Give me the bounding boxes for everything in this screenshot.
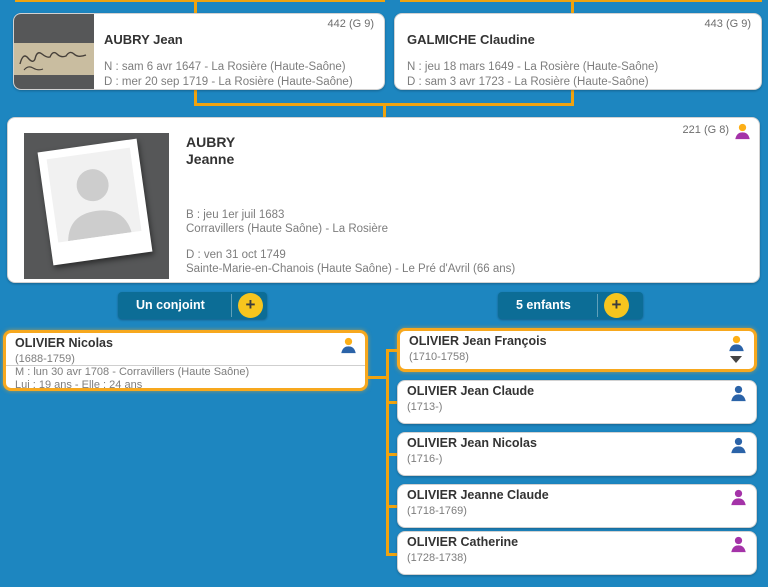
mother-card[interactable]: 443 (G 9) GALMICHE Claudine N : jeu 18 m… [394,13,762,90]
male-icon [730,437,747,454]
life-dates: (1713-) [407,401,442,413]
spouse-card[interactable]: OLIVIER Nicolas (1688-1759) M : lun 30 a… [3,330,368,391]
death-place: Sainte-Marie-en-Chanois (Haute Saône) - … [186,262,515,276]
person-id: 221 (G 8) [683,124,729,136]
photo-placeholder [38,139,153,266]
main-person-card[interactable]: 221 (G 8) AUBRY Jeanne B : jeu 1er juil … [7,117,760,283]
female-sosa-icon [734,123,751,140]
person-name: OLIVIER Jean Nicolas [407,436,537,450]
child-card[interactable]: OLIVIER Catherine (1728-1738) [397,531,757,575]
person-name: OLIVIER Jean François [409,334,547,348]
marriage-ages: Lui : 19 ans - Elle : 24 ans [15,379,142,392]
person-name: AUBRY Jeanne [186,134,235,168]
life-dates: (1716-) [407,453,442,465]
person-name: OLIVIER Jeanne Claude [407,488,549,502]
life-dates: (1728-1738) [407,552,467,564]
photo-frame[interactable] [24,133,169,279]
person-id: 443 (G 9) [705,18,751,30]
child-card[interactable]: OLIVIER Jean Nicolas (1716-) [397,432,757,476]
male-sosa-icon [728,335,745,352]
life-dates: (1710-1758) [409,351,469,363]
person-name: OLIVIER Nicolas [15,336,113,350]
plus-icon: + [612,295,622,314]
person-name: AUBRY Jean [104,32,183,47]
father-card[interactable]: 442 (G 9) AUBRY Jean N : sam 6 avr 1647 … [13,13,385,90]
birth-place: Corravillers (Haute Saône) - La Rosière [186,222,388,236]
person-name: OLIVIER Jean Claude [407,384,534,398]
marriage-info: M : lun 30 avr 1708 - Corravillers (Haut… [15,366,249,379]
add-spouse-button[interactable]: + [238,293,263,318]
death-info: D : mer 20 sep 1719 - La Rosière (Haute-… [104,75,353,90]
spouse-group-button[interactable]: Un conjoint + [118,292,267,319]
person-id: 442 (G 9) [328,18,374,30]
connector-line [15,0,385,2]
signature-photo[interactable] [14,14,94,89]
connector-line [400,0,762,2]
family-tree-view: 442 (G 9) AUBRY Jean N : sam 6 avr 1647 … [0,0,768,587]
birth-info: N : sam 6 avr 1647 - La Rosière (Haute-S… [104,60,346,75]
children-group-button[interactable]: 5 enfants + [498,292,643,319]
child-card[interactable]: OLIVIER Jean Claude (1713-) [397,380,757,424]
life-dates: (1718-1769) [407,505,467,517]
divider [597,294,598,317]
female-icon [730,536,747,553]
male-sosa-icon [340,337,357,354]
add-child-button[interactable]: + [604,293,629,318]
male-icon [730,385,747,402]
connector-line [194,0,197,13]
female-icon [730,489,747,506]
death-info: D : sam 3 avr 1723 - La Rosière (Haute-S… [407,75,649,90]
divider [231,294,232,317]
birth-date: B : jeu 1er juil 1683 [186,208,284,222]
children-group-label: 5 enfants [516,292,571,319]
person-name: OLIVIER Catherine [407,535,518,549]
birth-info: N : jeu 18 mars 1649 - La Rosière (Haute… [407,60,658,75]
connector-line [368,376,389,379]
chevron-down-icon[interactable] [730,356,742,363]
life-dates: (1688-1759) [15,353,75,365]
connector-line [383,103,386,117]
connector-line [571,0,574,13]
spouse-group-label: Un conjoint [136,292,205,319]
child-card[interactable]: OLIVIER Jeanne Claude (1718-1769) [397,484,757,528]
person-name: GALMICHE Claudine [407,32,535,47]
plus-icon: + [246,295,256,314]
child-card[interactable]: OLIVIER Jean François (1710-1758) [397,328,757,372]
signature-image [14,43,94,75]
death-date: D : ven 31 oct 1749 [186,248,286,262]
